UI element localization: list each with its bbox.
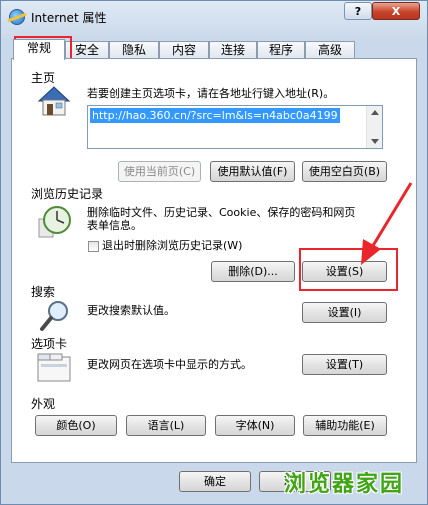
home-hint: 若要创建主页选项卡，请在各地址行键入地址(R)。 [87, 87, 335, 100]
tab-content[interactable]: 内容 [159, 41, 209, 59]
delete-on-exit-label[interactable]: 退出时删除浏览历史记录(W) [102, 239, 242, 253]
accessibility-button[interactable]: 辅助功能(E) [303, 415, 387, 436]
search-settings-button[interactable]: 设置(I) [302, 302, 387, 323]
magnifier-icon [40, 301, 68, 331]
history-clock-icon [38, 206, 71, 238]
colors-button[interactable]: 颜色(O) [35, 415, 117, 436]
watermark-text: 浏览器家园 [284, 472, 405, 497]
use-default-button[interactable]: 使用默认值(F) [210, 161, 295, 182]
history-hint-line1: 删除临时文件、历史记录、Cookie、保存的密码和网页 [87, 206, 356, 219]
tabs-section-label: 选项卡 [31, 337, 68, 351]
scroll-up-icon[interactable] [371, 110, 379, 115]
tab-advanced[interactable]: 高级 [305, 41, 355, 59]
scroll-down-icon[interactable] [371, 139, 379, 144]
close-button[interactable]: X [372, 2, 420, 20]
tabs-window-icon [37, 353, 71, 382]
tabs-hint: 更改网页在选项卡中显示的方式。 [87, 358, 252, 371]
tab-privacy[interactable]: 隐私 [109, 41, 159, 59]
tab-programs[interactable]: 程序 [257, 41, 305, 59]
home-address-textarea[interactable]: http://hao.360.cn/?src=lm&ls=n4abc0a4199 [87, 105, 383, 149]
history-hint-line2: 表单信息。 [87, 219, 142, 232]
home-icon [37, 86, 71, 116]
red-arrow-annotation [361, 182, 413, 265]
fonts-button[interactable]: 字体(N) [215, 415, 295, 436]
delete-on-exit-checkbox[interactable] [88, 241, 99, 252]
history-section-label: 浏览历史记录 [31, 187, 104, 201]
title-bar[interactable]: Internet 属性 ? X [1, 1, 428, 33]
search-hint: 更改搜索默认值。 [87, 304, 175, 317]
ok-button[interactable]: 确定 [179, 471, 251, 492]
home-address-value: http://hao.360.cn/?src=lm&ls=n4abc0a4199 [90, 108, 340, 123]
search-section-label: 搜索 [31, 285, 56, 299]
tabs-settings-button[interactable]: 设置(T) [302, 354, 387, 375]
address-scrollbar[interactable] [366, 106, 382, 148]
home-section-label: 主页 [31, 71, 56, 85]
internet-options-window: Internet 属性 ? X 常规 安全 隐私 内容 连接 程序 高级 主页 … [0, 0, 428, 505]
delete-history-button[interactable]: 删除(D)... [211, 261, 295, 282]
help-button[interactable]: ? [344, 2, 372, 20]
tab-connections[interactable]: 连接 [209, 41, 257, 59]
languages-button[interactable]: 语言(L) [126, 415, 206, 436]
appearance-section-label: 外观 [31, 397, 56, 411]
tab-general[interactable]: 常规 [13, 39, 65, 60]
window-title: Internet 属性 [31, 11, 107, 25]
internet-explorer-icon [9, 9, 25, 25]
use-current-button[interactable]: 使用当前页(C) [118, 161, 201, 182]
